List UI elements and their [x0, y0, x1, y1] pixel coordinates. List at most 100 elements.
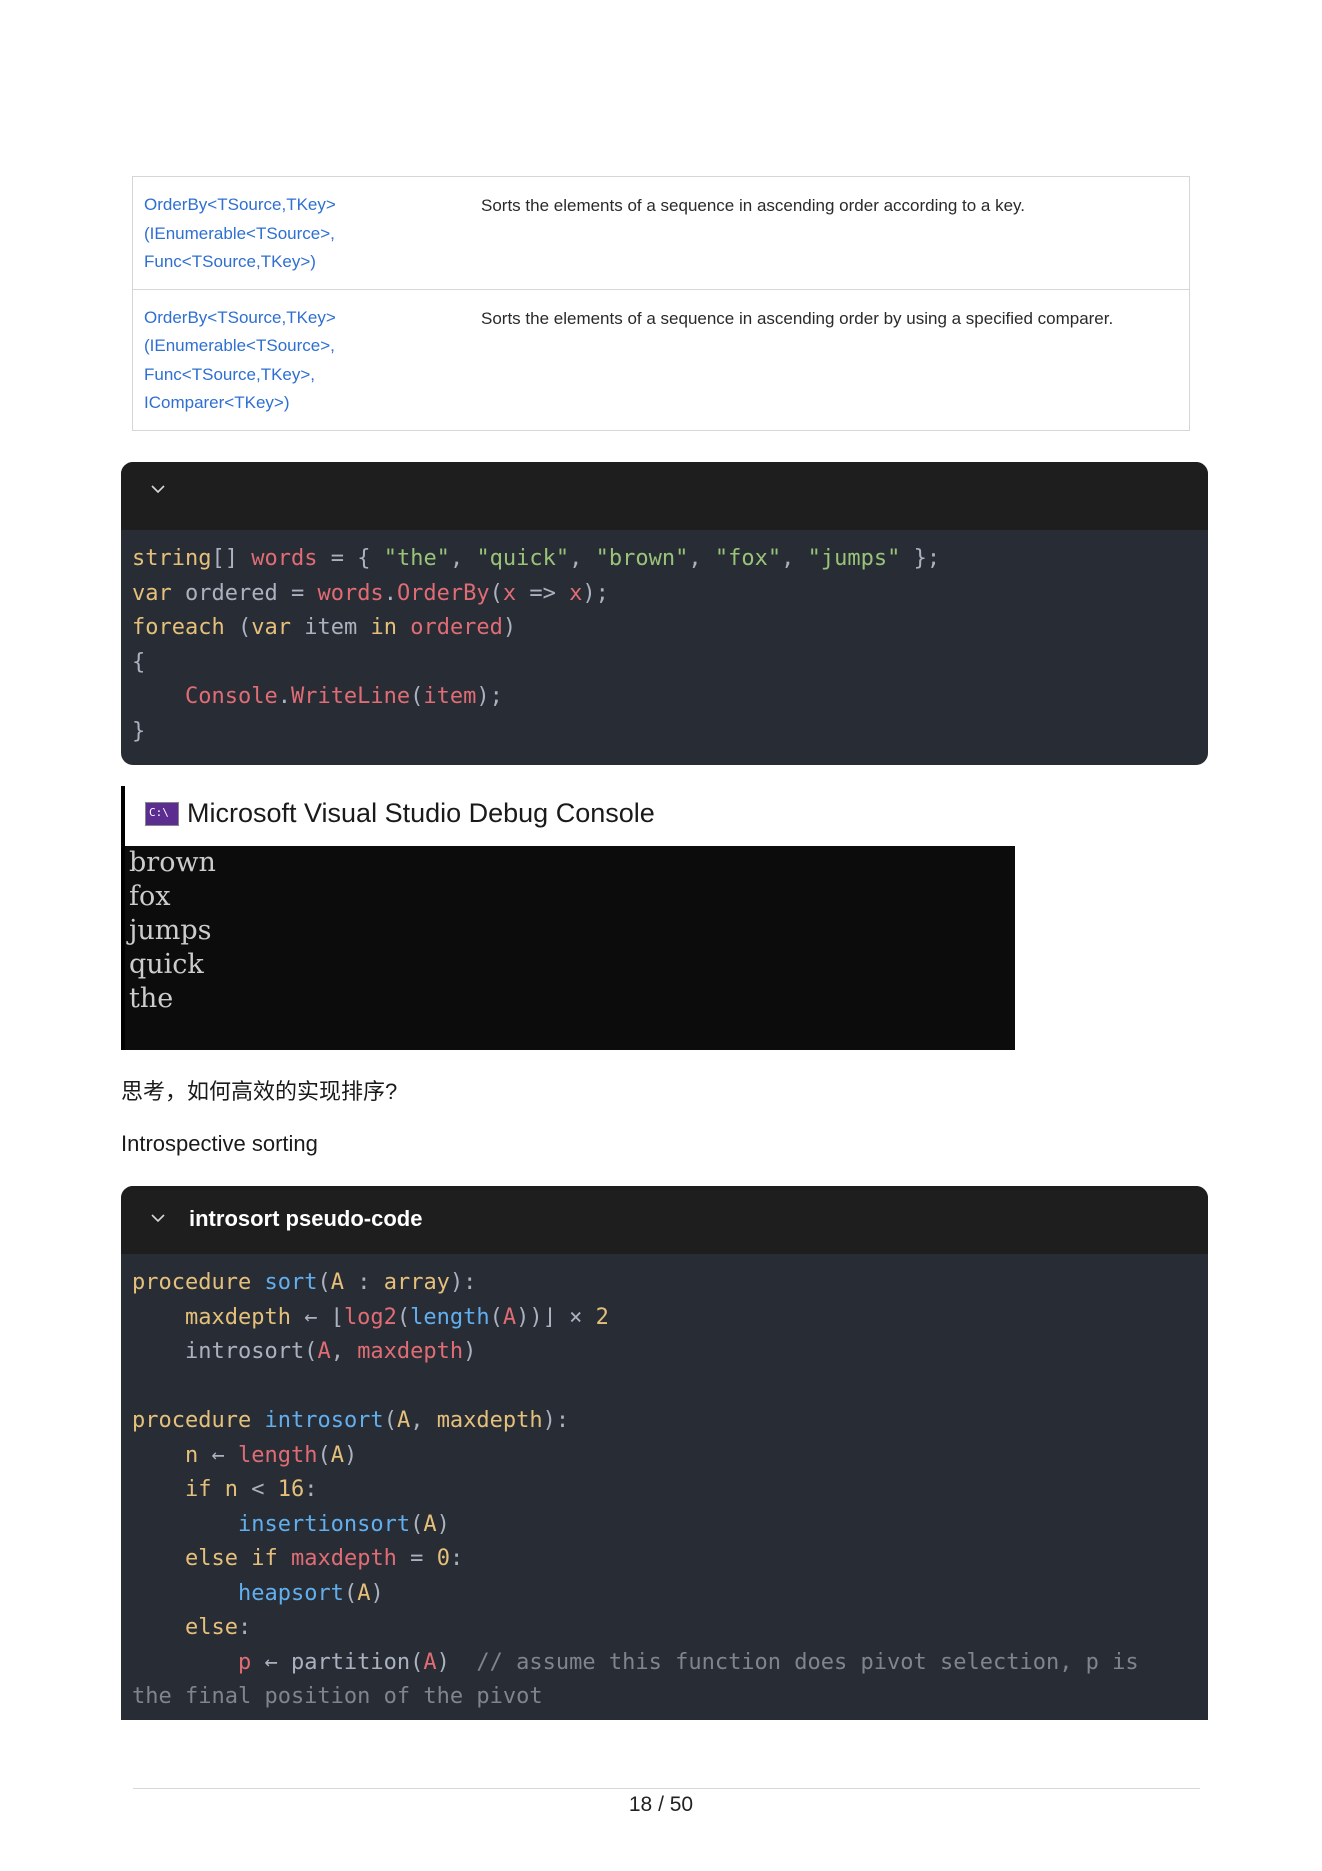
code-line: n ← length(A) [132, 1439, 1208, 1474]
page-number: 18 / 50 [628, 1793, 694, 1816]
code-token: A [357, 1580, 371, 1606]
code-line: procedure introsort(A, maxdepth): [132, 1404, 1208, 1439]
code-token: ) [463, 1339, 477, 1364]
code-token: ) [343, 1442, 358, 1468]
code-token: , [330, 1339, 358, 1364]
code-line: heapsort(A) [132, 1577, 1208, 1612]
api-signature-link[interactable]: OrderBy<TSource,TKey> (IEnumerable<TSour… [133, 304, 481, 418]
code-block-header[interactable]: introsort pseudo-code [121, 1186, 1208, 1254]
code-token: introsort [264, 1408, 384, 1433]
signature-line: OrderBy<TSource,TKey> [144, 307, 336, 327]
code-token: else [184, 1546, 238, 1571]
code-token: "the" [383, 546, 450, 571]
code-content: procedure sort(A : array): maxdepth ← ⌊l… [121, 1254, 1208, 1715]
console-output-line: the [129, 983, 174, 1014]
code-token: // assume this function does pivot selec… [476, 1649, 1139, 1675]
code-token: , [569, 546, 596, 571]
signature-line: Func<TSource,TKey>) [144, 252, 316, 271]
code-token: maxdepth [436, 1408, 543, 1433]
code-token: { [132, 649, 146, 675]
code-token: 16 [277, 1477, 305, 1502]
debug-console-titlebar: C:\ Microsoft Visual Studio Debug Consol… [121, 786, 1015, 846]
code-line: foreach (var item in ordered) [132, 611, 1208, 646]
api-table: OrderBy<TSource,TKey> (IEnumerable<TSour… [132, 176, 1190, 431]
console-icon-text: C:\ [149, 806, 169, 819]
console-output-line: fox [129, 881, 171, 912]
code-token: ); [476, 684, 503, 709]
footer-divider [133, 1788, 1200, 1789]
code-token: ); [582, 580, 609, 606]
code-token: "quick" [476, 546, 570, 571]
code-token: else [184, 1615, 238, 1640]
code-token: ( [396, 1304, 411, 1330]
code-token: ( [317, 1442, 331, 1468]
code-line: the final position of the pivot [132, 1680, 1208, 1715]
code-token: ) [502, 615, 517, 640]
code-token: sort [264, 1270, 318, 1295]
api-row: OrderBy<TSource,TKey> (IEnumerable<TSour… [133, 177, 1189, 290]
code-token: maxdepth [184, 1304, 291, 1330]
code-token: insertionsort [237, 1511, 411, 1537]
code-token: words [317, 580, 384, 606]
code-token: ordered [410, 615, 503, 640]
code-token: A [396, 1408, 411, 1433]
signature-line: (IEnumerable<TSource>, [144, 223, 335, 243]
code-token: = { [317, 546, 384, 571]
code-token: heapsort [237, 1580, 344, 1606]
code-token: log2 [343, 1304, 397, 1330]
code-token: array [383, 1270, 450, 1295]
code-line: insertionsort(A) [132, 1508, 1208, 1543]
code-block-pseudocode: introsort pseudo-code procedure sort(A :… [121, 1186, 1208, 1720]
code-token: Console [184, 684, 278, 709]
code-line: p ← partition(A) // assume this function… [132, 1646, 1208, 1681]
code-token: maxdepth [357, 1339, 464, 1364]
code-token: ): [542, 1408, 570, 1433]
code-token: : [449, 1546, 464, 1571]
code-token: "jumps" [807, 546, 901, 571]
code-line: if n < 16: [132, 1473, 1208, 1508]
console-output-line: jumps [129, 915, 212, 946]
code-token: , [410, 1408, 437, 1433]
code-token: ← partition( [251, 1649, 424, 1675]
code-line: maxdepth ← ⌊log2(length(A))⌋ × 2 [132, 1301, 1208, 1336]
code-block-title: introsort pseudo-code [189, 1206, 423, 1231]
code-block-header[interactable] [121, 462, 1208, 530]
code-line: Console.WriteLine(item); [132, 680, 1208, 715]
code-token: if [184, 1477, 212, 1502]
chevron-down-icon[interactable] [151, 482, 165, 496]
code-token: ( [317, 1270, 331, 1295]
code-token: : [304, 1477, 318, 1502]
code-token: . [383, 580, 397, 606]
code-line: string[] words = { "the", "quick", "brow… [132, 542, 1208, 577]
code-token: [] [211, 546, 252, 571]
console-output-line: quick [129, 949, 204, 980]
code-token: words [251, 546, 318, 571]
code-token: ) [370, 1580, 384, 1606]
code-token: OrderBy [396, 580, 490, 606]
code-token: . [277, 684, 291, 709]
code-token: x [502, 580, 517, 606]
code-token: < [237, 1477, 278, 1502]
code-token: ← [198, 1442, 238, 1468]
console-output-lines: brown fox jumps quick the [129, 846, 216, 1016]
code-token: , [688, 546, 715, 571]
code-token: ) [436, 1649, 477, 1675]
code-token: "fox" [714, 546, 782, 571]
code-token: ( [383, 1408, 397, 1433]
code-token: ): [449, 1270, 477, 1295]
question-text: 思考，如何高效的实现排序? [121, 1079, 398, 1104]
api-signature-link[interactable]: OrderBy<TSource,TKey> (IEnumerable<TSour… [133, 191, 481, 277]
code-token: length [410, 1304, 490, 1330]
signature-line: Func<TSource,TKey>, [144, 364, 316, 384]
code-token: x [569, 580, 583, 606]
chevron-down-icon[interactable] [151, 1211, 165, 1225]
